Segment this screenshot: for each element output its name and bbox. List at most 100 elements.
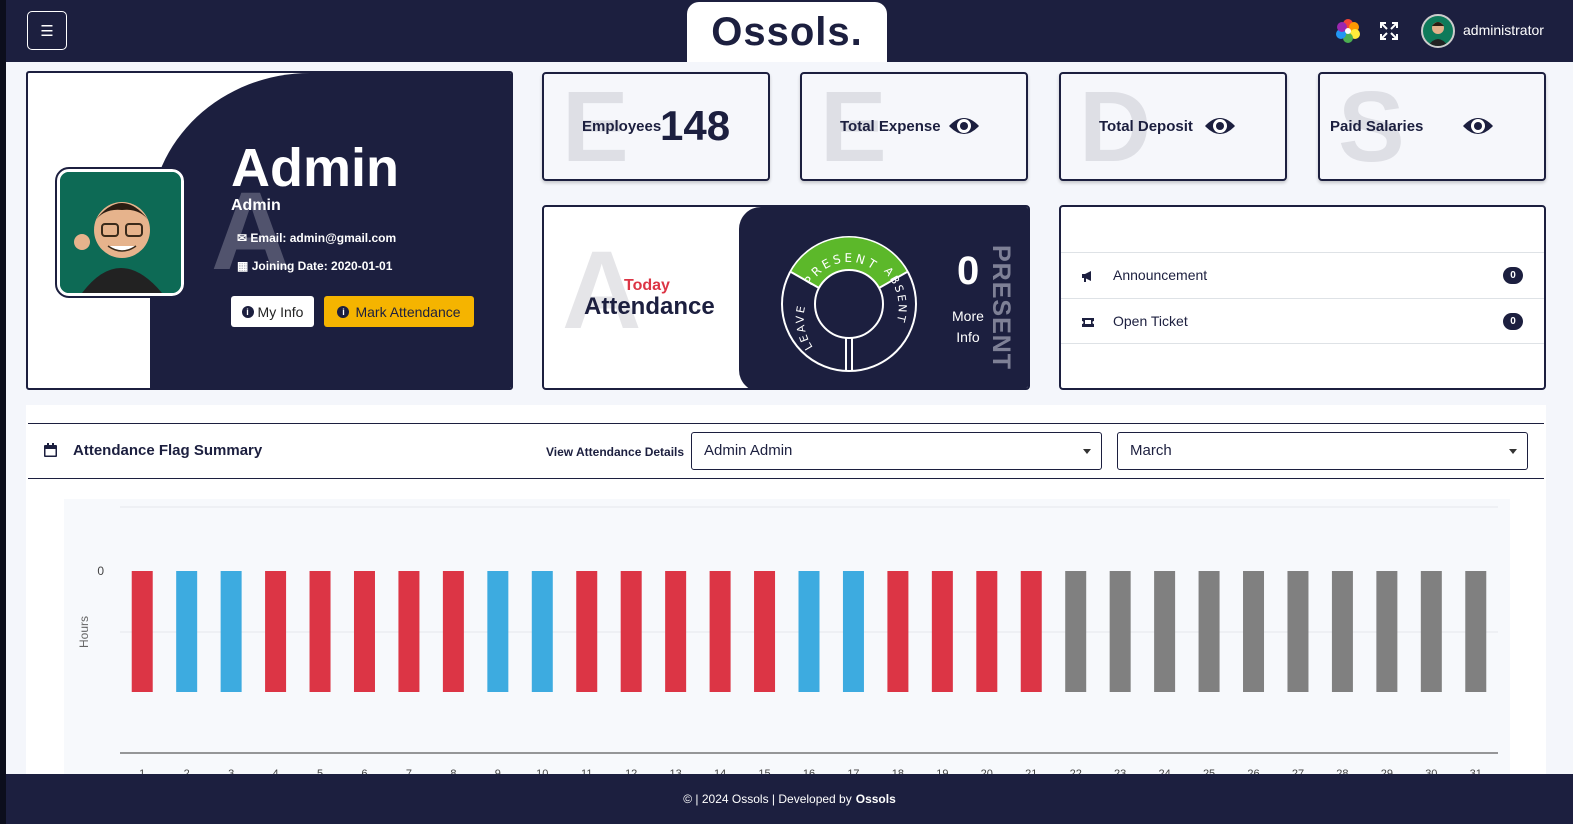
footer-brand[interactable]: Ossols: [856, 792, 896, 806]
chart-bar: [353, 571, 375, 692]
view-details-label: View Attendance Details: [546, 445, 685, 459]
chart-bar: [131, 571, 153, 692]
eye-icon[interactable]: [948, 112, 980, 140]
chart-bar: [1198, 571, 1220, 692]
more-label: More: [952, 308, 984, 324]
info-label: Info: [956, 329, 980, 345]
caret-down-icon: [1083, 449, 1091, 454]
chart-bar: [887, 571, 909, 692]
summary-title: Attendance Flag Summary: [73, 442, 263, 459]
stat-label: Paid Salaries: [1330, 118, 1424, 135]
chart-bar: [487, 571, 509, 692]
chart-bar: [1331, 571, 1353, 692]
megaphone-icon: [1082, 271, 1091, 282]
notice-count-badge: 0: [1503, 313, 1523, 330]
chart-bar: [1376, 571, 1398, 692]
stat-label: Employees: [582, 118, 662, 135]
mark-attendance-button[interactable]: i Mark Attendance: [324, 296, 474, 327]
y-tick-label: 0: [97, 564, 104, 578]
stat-card-employees[interactable]: E Employees 148: [542, 72, 770, 181]
my-info-button[interactable]: i My Info: [231, 296, 314, 327]
attendance-title: Attendance: [584, 293, 715, 320]
stat-label: Total Deposit: [1099, 118, 1193, 135]
employee-select-value: Admin Admin: [704, 442, 793, 459]
notice-label: Open Ticket: [1113, 313, 1188, 329]
chart-bar: [931, 571, 953, 692]
chart-bar: [1154, 571, 1176, 692]
hamburger-icon: ☰: [40, 22, 54, 40]
notice-row-announcement[interactable]: Announcement 0: [1061, 252, 1544, 298]
footer: © | 2024 Ossols | Developed by Ossols: [6, 774, 1573, 824]
attendance-summary-panel: Attendance Flag Summary View Attendance …: [26, 405, 1546, 780]
chart-bar: [1287, 571, 1309, 692]
present-count: 0: [957, 249, 980, 293]
top-navbar: ☰ Ossols. administrator: [6, 0, 1573, 62]
caret-down-icon: [1509, 449, 1517, 454]
notices-card: Announcement 0 Open Ticket 0: [1059, 205, 1546, 390]
profile-email: ✉ Email: admin@gmail.com: [237, 231, 396, 245]
employee-select[interactable]: Admin Admin: [691, 432, 1102, 470]
chart-bar: [620, 571, 642, 692]
calendar-icon: ▦: [237, 259, 249, 273]
attendance-dark-panel: PRESENT ABSENT LEAVE 0 More Info PRESENT: [739, 207, 1028, 388]
username[interactable]: administrator: [1463, 22, 1544, 38]
chart-bar: [1065, 571, 1087, 692]
info-icon: i: [337, 305, 350, 318]
envelope-icon: ✉: [237, 231, 248, 245]
chart-area: 0 Hours 1 2 3 4 5 6 7 8 9 10 11 12 13 14 15 16 17 18 19 20 21 2…: [64, 499, 1510, 780]
eye-icon[interactable]: [1462, 112, 1494, 140]
chart-bar: [176, 571, 198, 692]
chart-bar: [665, 571, 687, 692]
attendance-bar-chart: 0Hours1 2 3 4 5 6 7 8 9 10 11 12 13 14 15 16 17 18 19 20 21 2…: [77, 506, 1498, 780]
ticket-icon: [1082, 318, 1094, 327]
chart-bar: [442, 571, 464, 692]
chart-bar: [709, 571, 731, 692]
mark-attendance-label: Mark Attendance: [355, 303, 461, 320]
profile-joining-date: ▦ Joining Date: 2020-01-01: [237, 259, 392, 273]
chart-bar: [220, 571, 242, 692]
attendance-wheel[interactable]: PRESENT ABSENT LEAVE: [779, 234, 919, 374]
notice-row-open-ticket[interactable]: Open Ticket 0: [1061, 298, 1544, 344]
apps-flower-icon[interactable]: [1334, 17, 1362, 45]
notice-count-badge: 0: [1503, 267, 1523, 284]
chart-bar: [309, 571, 331, 692]
eye-icon[interactable]: [1204, 112, 1236, 140]
stat-card-paid-salaries[interactable]: S Paid Salaries: [1318, 72, 1546, 181]
chart-bar: [576, 571, 598, 692]
profile-date-text: Joining Date: 2020-01-01: [251, 259, 393, 273]
footer-text: © | 2024 Ossols | Developed by: [683, 792, 852, 806]
fullscreen-icon[interactable]: [1378, 20, 1400, 42]
chart-bar: [1420, 571, 1442, 692]
summary-header: Attendance Flag Summary View Attendance …: [28, 423, 1544, 479]
logo-tab[interactable]: Ossols.: [687, 2, 887, 62]
chart-bar: [1465, 571, 1487, 692]
chart-bar: [1243, 571, 1265, 692]
profile-avatar: [55, 167, 186, 298]
present-vertical-label: PRESENT: [987, 245, 1015, 371]
month-select[interactable]: March: [1117, 432, 1528, 470]
profile-role: Admin: [231, 197, 281, 214]
stat-card-total-deposit[interactable]: D Total Deposit: [1059, 72, 1287, 181]
chart-bar: [798, 571, 820, 692]
menu-toggle-button[interactable]: ☰: [27, 11, 67, 50]
calendar-icon: [44, 443, 57, 457]
chart-bar: [842, 571, 864, 692]
my-info-label: My Info: [257, 303, 304, 320]
stat-card-total-expense[interactable]: E Total Expense: [800, 72, 1028, 181]
user-avatar[interactable]: [1421, 14, 1455, 48]
chart-bar: [398, 571, 420, 692]
more-info-link[interactable]: More Info: [952, 306, 984, 348]
profile-card: A Admin Admin ✉ Email: admin@gmail.com ▦…: [26, 71, 513, 390]
info-icon: i: [241, 305, 254, 318]
stat-label: Total Expense: [840, 118, 941, 135]
today-attendance-card: A Today Attendance PRESENT ABSENT LEAVE: [542, 205, 1030, 390]
chart-bar: [1109, 571, 1131, 692]
chart-bar: [754, 571, 776, 692]
profile-email-text: Email: admin@gmail.com: [250, 231, 397, 245]
logo: Ossols.: [711, 9, 863, 54]
chart-bar: [531, 571, 553, 692]
y-axis-label: Hours: [77, 616, 91, 648]
stat-value: 148: [660, 102, 731, 149]
chart-bar: [1020, 571, 1042, 692]
profile-title: Admin: [231, 138, 399, 198]
